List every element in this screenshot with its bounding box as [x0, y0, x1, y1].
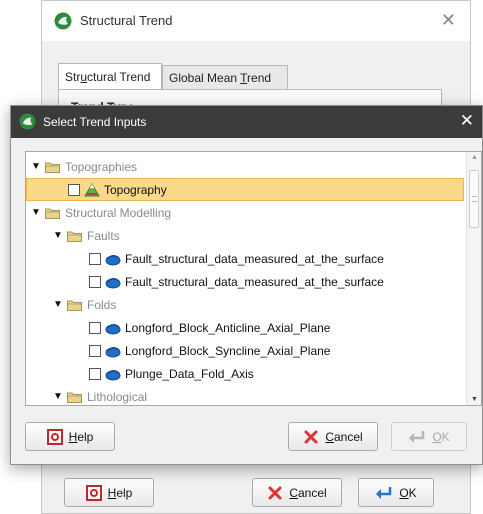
- tree-label: Lithological: [87, 389, 148, 404]
- surface-icon: [105, 321, 121, 335]
- tab-global-mean-trend[interactable]: Global Mean Trend: [162, 65, 288, 90]
- scroll-down-arrow-icon[interactable]: ▼: [467, 396, 481, 403]
- help-button[interactable]: Help: [25, 422, 115, 451]
- tree-label: Structural Modelling: [65, 205, 172, 220]
- tree-item[interactable]: Topography: [26, 178, 464, 201]
- tree-label: Folds: [87, 297, 117, 312]
- tree-item[interactable]: Plunge_Data_Fold_Axis: [26, 362, 464, 385]
- checkbox[interactable]: [89, 321, 101, 334]
- tree-item[interactable]: Longford_Block_Syncline_Axial_Plane: [26, 339, 464, 362]
- app-logo-icon: [19, 113, 36, 130]
- ok-button[interactable]: OK: [358, 478, 434, 507]
- select-trend-inputs-titlebar: Select Trend Inputs ✕: [11, 106, 482, 138]
- lifebuoy-icon: [46, 428, 63, 445]
- cancel-x-icon: [268, 486, 282, 499]
- checkbox[interactable]: [89, 344, 101, 357]
- folder-icon: [45, 161, 60, 173]
- lifebuoy-icon: [85, 484, 102, 501]
- dialog-title: Select Trend Inputs: [43, 115, 147, 129]
- trend-inputs-tree[interactable]: ▼ Topographies Topography ▼ Structural Model…: [25, 151, 482, 406]
- checkbox[interactable]: [89, 252, 101, 265]
- tree-label: Topography: [104, 182, 167, 197]
- checkbox[interactable]: [89, 275, 101, 288]
- tree-folder[interactable]: ▼ Folds: [26, 293, 464, 316]
- expand-arrow-icon[interactable]: ▼: [52, 230, 64, 241]
- expand-arrow-icon[interactable]: ▼: [30, 161, 42, 172]
- tree-folder[interactable]: ▼ Structural Modelling: [26, 201, 464, 224]
- cancel-x-icon: [304, 430, 318, 443]
- folder-icon: [45, 207, 60, 219]
- close-icon[interactable]: ✕: [441, 10, 456, 31]
- expand-arrow-icon[interactable]: ▼: [52, 391, 64, 402]
- checkbox[interactable]: [89, 367, 101, 380]
- tree-label: Plunge_Data_Fold_Axis: [125, 366, 254, 381]
- tree-item[interactable]: Fault_structural_data_measured_at_the_su…: [26, 270, 464, 293]
- tree-label: Fault_structural_data_measured_at_the_su…: [125, 274, 384, 289]
- folder-icon: [67, 299, 82, 311]
- close-icon[interactable]: ✕: [460, 111, 474, 131]
- expand-arrow-icon[interactable]: ▼: [52, 299, 64, 310]
- topography-icon: [84, 182, 100, 197]
- tree-label: Faults: [87, 228, 120, 243]
- tree-folder[interactable]: ▼ Faults: [26, 224, 464, 247]
- select-trend-inputs-dialog: Select Trend Inputs ✕ ▼ Topographies Topog…: [10, 105, 483, 465]
- tree-label: Fault_structural_data_measured_at_the_su…: [125, 251, 384, 266]
- cancel-button[interactable]: Cancel: [252, 478, 342, 507]
- surface-icon: [105, 344, 121, 358]
- checkbox[interactable]: [68, 183, 80, 196]
- tree-item[interactable]: Longford_Block_Anticline_Axial_Plane: [26, 316, 464, 339]
- tab-structural-trend[interactable]: Structural Trend: [58, 63, 162, 91]
- surface-icon: [105, 367, 121, 381]
- tree-folder[interactable]: ▼ Lithological: [26, 385, 464, 405]
- folder-icon: [67, 391, 82, 403]
- vertical-scrollbar[interactable]: ▲ ▼: [466, 152, 481, 405]
- tree-label: Longford_Block_Syncline_Axial_Plane: [125, 343, 331, 358]
- return-arrow-icon: [409, 430, 425, 443]
- tree-label: Longford_Block_Anticline_Axial_Plane: [125, 320, 331, 335]
- surface-icon: [105, 252, 121, 266]
- scroll-up-arrow-icon[interactable]: ▲: [467, 154, 481, 161]
- tree-folder[interactable]: ▼ Topographies: [26, 155, 464, 178]
- expand-arrow-icon[interactable]: ▼: [30, 207, 42, 218]
- surface-icon: [105, 275, 121, 289]
- app-logo-icon: [54, 12, 72, 30]
- tree-label: Topographies: [65, 159, 138, 174]
- structural-trend-titlebar: Structural Trend ✕: [42, 1, 470, 41]
- scrollbar-thumb[interactable]: [469, 170, 479, 228]
- folder-icon: [67, 230, 82, 242]
- return-arrow-icon: [376, 486, 392, 499]
- cancel-button[interactable]: Cancel: [288, 422, 378, 451]
- tree-item[interactable]: Fault_structural_data_measured_at_the_su…: [26, 247, 464, 270]
- grip-icon: [472, 196, 477, 202]
- dialog-title: Structural Trend: [80, 13, 173, 28]
- ok-button[interactable]: OK: [391, 422, 467, 451]
- help-button[interactable]: Help: [64, 478, 154, 507]
